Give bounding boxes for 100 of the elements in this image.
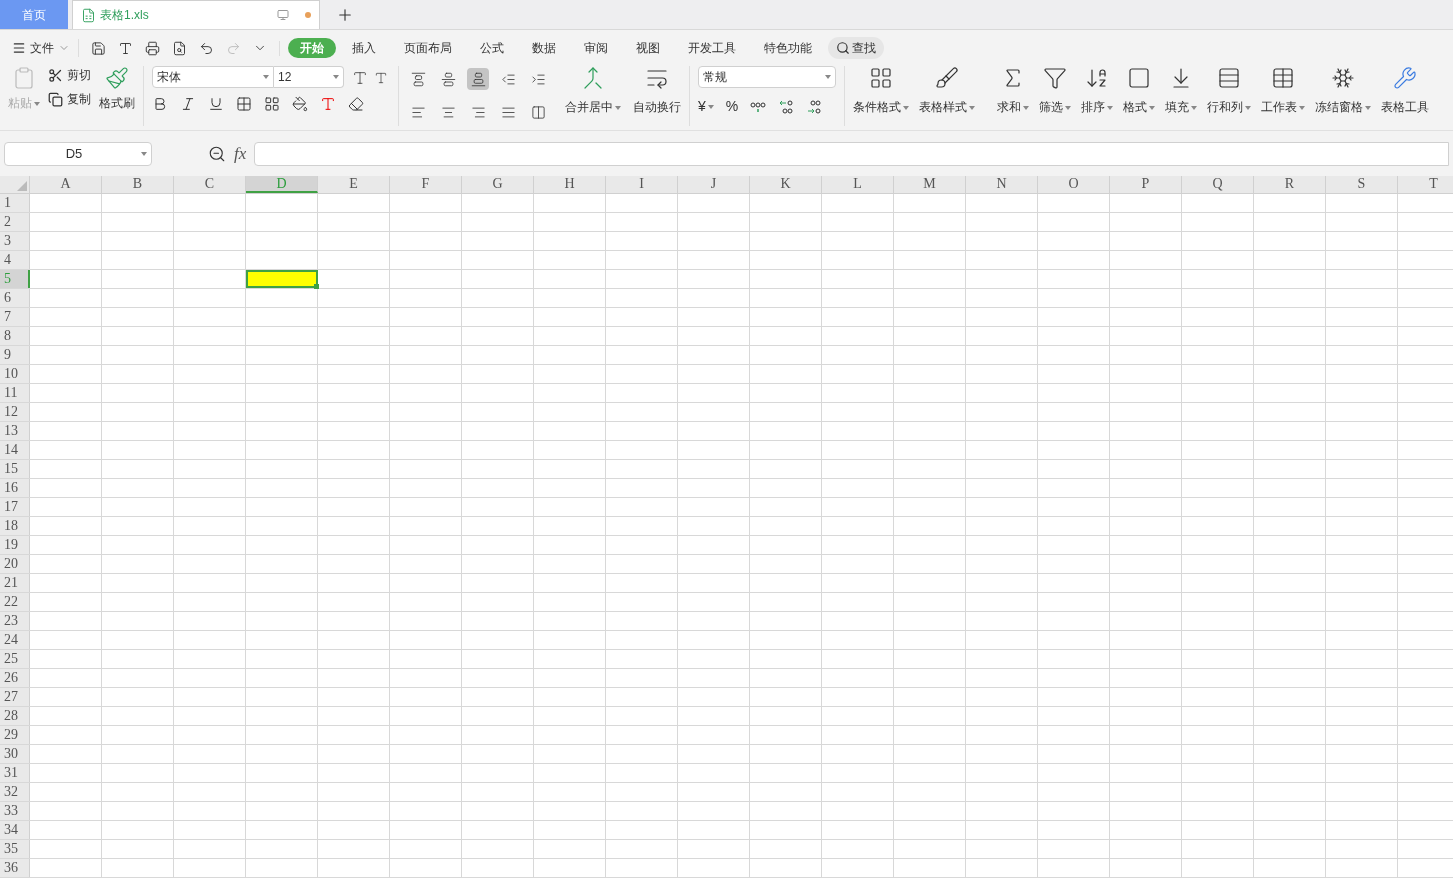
row-header[interactable]: 8 xyxy=(0,327,30,345)
ribbon-button[interactable]: 表格工具 xyxy=(1381,66,1429,126)
column-header[interactable]: S xyxy=(1326,176,1398,193)
column-header[interactable]: O xyxy=(1038,176,1110,193)
font-color-icon[interactable] xyxy=(320,96,336,112)
row-header[interactable]: 21 xyxy=(0,574,30,592)
print-icon[interactable] xyxy=(145,40,160,56)
fill-color-icon[interactable] xyxy=(292,96,308,112)
search-button[interactable]: 查找 xyxy=(828,37,884,59)
font-size-field[interactable]: 12 xyxy=(274,66,344,88)
column-header[interactable]: K xyxy=(750,176,822,193)
row-header[interactable]: 6 xyxy=(0,289,30,307)
row-header[interactable]: 18 xyxy=(0,517,30,535)
ribbon-tab[interactable]: 数据 xyxy=(520,38,568,58)
column-header[interactable]: R xyxy=(1254,176,1326,193)
percent-button[interactable]: % xyxy=(725,96,739,117)
ribbon-button[interactable]: 格式 xyxy=(1123,66,1155,126)
column-header[interactable]: P xyxy=(1110,176,1182,193)
ribbon-button[interactable]: 行和列 xyxy=(1207,66,1251,126)
increase-decimal-icon[interactable] xyxy=(778,98,795,115)
column-header[interactable]: H xyxy=(534,176,606,193)
row-header[interactable]: 11 xyxy=(0,384,30,402)
bold-icon[interactable] xyxy=(152,96,168,112)
ribbon-button[interactable]: 排序 xyxy=(1081,66,1113,126)
row-header[interactable]: 2 xyxy=(0,213,30,231)
align-button[interactable] xyxy=(467,68,489,90)
row-header[interactable]: 15 xyxy=(0,460,30,478)
ribbon-tab[interactable]: 特色功能 xyxy=(752,38,824,58)
cell-style-icon[interactable] xyxy=(264,96,280,112)
zoom-icon[interactable] xyxy=(208,144,226,163)
row-header[interactable]: 13 xyxy=(0,422,30,440)
format-painter-button[interactable]: 格式刷 xyxy=(99,66,135,126)
row-header[interactable]: 17 xyxy=(0,498,30,516)
column-header[interactable]: N xyxy=(966,176,1038,193)
number-format-field[interactable]: 常规 xyxy=(698,66,836,88)
column-header[interactable]: Q xyxy=(1182,176,1254,193)
border-icon[interactable] xyxy=(236,96,252,112)
ribbon-button[interactable]: 填充 xyxy=(1165,66,1197,126)
row-header[interactable]: 3 xyxy=(0,232,30,250)
ribbon-button[interactable]: 筛选 xyxy=(1039,66,1071,126)
column-header[interactable]: B xyxy=(102,176,174,193)
ribbon-button[interactable]: 求和 xyxy=(997,66,1029,126)
row-header[interactable]: 26 xyxy=(0,669,30,687)
row-header[interactable]: 19 xyxy=(0,536,30,554)
save-icon[interactable] xyxy=(91,40,106,56)
monitor-icon[interactable] xyxy=(277,9,289,21)
eraser-icon[interactable] xyxy=(348,96,364,112)
formula-field[interactable] xyxy=(254,141,1449,166)
ribbon-tab[interactable]: 插入 xyxy=(340,38,388,58)
row-header[interactable]: 29 xyxy=(0,726,30,744)
column-header[interactable]: M xyxy=(894,176,966,193)
ribbon-tab[interactable]: 公式 xyxy=(468,38,516,58)
column-header[interactable]: E xyxy=(318,176,390,193)
selected-cell[interactable] xyxy=(246,270,318,288)
row-header[interactable]: 12 xyxy=(0,403,30,421)
row-header[interactable]: 31 xyxy=(0,764,30,782)
row-header[interactable]: 30 xyxy=(0,745,30,763)
row-header[interactable]: 32 xyxy=(0,783,30,801)
ribbon-button[interactable]: 条件格式 xyxy=(853,66,909,126)
row-header[interactable]: 34 xyxy=(0,821,30,839)
italic-icon[interactable] xyxy=(180,96,196,112)
thousands-icon[interactable] xyxy=(750,99,767,114)
ribbon-tab[interactable]: 开发工具 xyxy=(676,38,748,58)
column-header[interactable]: T xyxy=(1398,176,1453,193)
row-header[interactable]: 36 xyxy=(0,859,30,877)
ribbon-tab[interactable]: 视图 xyxy=(624,38,672,58)
ribbon-button[interactable]: 工作表 xyxy=(1261,66,1305,126)
currency-button[interactable]: ¥ xyxy=(698,96,714,117)
row-header[interactable]: 4 xyxy=(0,251,30,269)
row-header[interactable]: 23 xyxy=(0,612,30,630)
preview-icon[interactable] xyxy=(172,40,187,56)
format-icon[interactable] xyxy=(118,40,133,56)
column-header[interactable]: L xyxy=(822,176,894,193)
row-header[interactable]: 9 xyxy=(0,346,30,364)
row-header[interactable]: 28 xyxy=(0,707,30,725)
function-label[interactable]: fx xyxy=(234,140,247,167)
row-header[interactable]: 20 xyxy=(0,555,30,573)
column-header[interactable]: G xyxy=(462,176,534,193)
row-header[interactable]: 1 xyxy=(0,194,30,212)
copy-button[interactable]: 复制 xyxy=(48,90,91,108)
row-header[interactable]: 7 xyxy=(0,308,30,326)
name-box[interactable]: D5 xyxy=(4,141,152,166)
row-header[interactable]: 22 xyxy=(0,593,30,611)
ribbon-tab[interactable]: 页面布局 xyxy=(392,38,464,58)
decrease-decimal-icon[interactable] xyxy=(806,98,823,115)
ribbon-button[interactable]: 表格样式 xyxy=(919,66,975,126)
ribbon-button[interactable]: 冻结窗格 xyxy=(1315,66,1371,126)
undo-icon[interactable] xyxy=(199,40,214,56)
row-header[interactable]: 24 xyxy=(0,631,30,649)
row-header[interactable]: 14 xyxy=(0,441,30,459)
row-header[interactable]: 25 xyxy=(0,650,30,668)
ribbon-tab[interactable]: 审阅 xyxy=(572,38,620,58)
column-header[interactable]: F xyxy=(390,176,462,193)
underline-icon[interactable] xyxy=(208,96,224,112)
row-header[interactable]: 10 xyxy=(0,365,30,383)
row-header[interactable]: 35 xyxy=(0,840,30,858)
column-header[interactable]: A xyxy=(30,176,102,193)
file-tab[interactable]: 表格1.xls xyxy=(72,0,320,29)
row-header[interactable]: 16 xyxy=(0,479,30,497)
file-menu[interactable]: 文件 xyxy=(12,39,79,57)
